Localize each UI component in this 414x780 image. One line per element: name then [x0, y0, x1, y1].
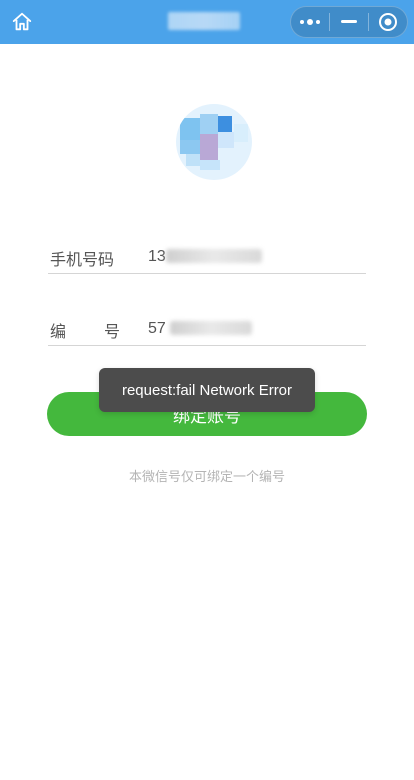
navigation-bar	[0, 0, 414, 44]
code-label-right: 号	[103, 324, 120, 341]
close-button[interactable]	[369, 7, 407, 37]
more-button[interactable]	[291, 7, 329, 37]
home-icon	[12, 12, 32, 31]
bind-hint: 本微信号仅可绑定一个编号	[128, 469, 285, 484]
capsule-menu	[290, 6, 408, 38]
more-dots-icon	[300, 19, 320, 25]
code-field: 编 号	[48, 312, 366, 346]
code-redaction	[170, 321, 252, 335]
minimize-button[interactable]	[330, 7, 368, 37]
target-close-icon	[379, 13, 397, 31]
code-label: 编 号	[50, 318, 120, 342]
code-label-left: 编	[50, 324, 67, 341]
minimize-icon	[341, 20, 357, 23]
phone-field: 手机号码	[48, 240, 366, 274]
home-button[interactable]	[8, 8, 36, 36]
phone-label: 手机号码	[50, 252, 115, 269]
phone-redaction	[166, 249, 262, 263]
avatar	[176, 104, 252, 180]
error-toast: request:fail Network Error	[99, 368, 315, 412]
page-title	[168, 12, 240, 30]
